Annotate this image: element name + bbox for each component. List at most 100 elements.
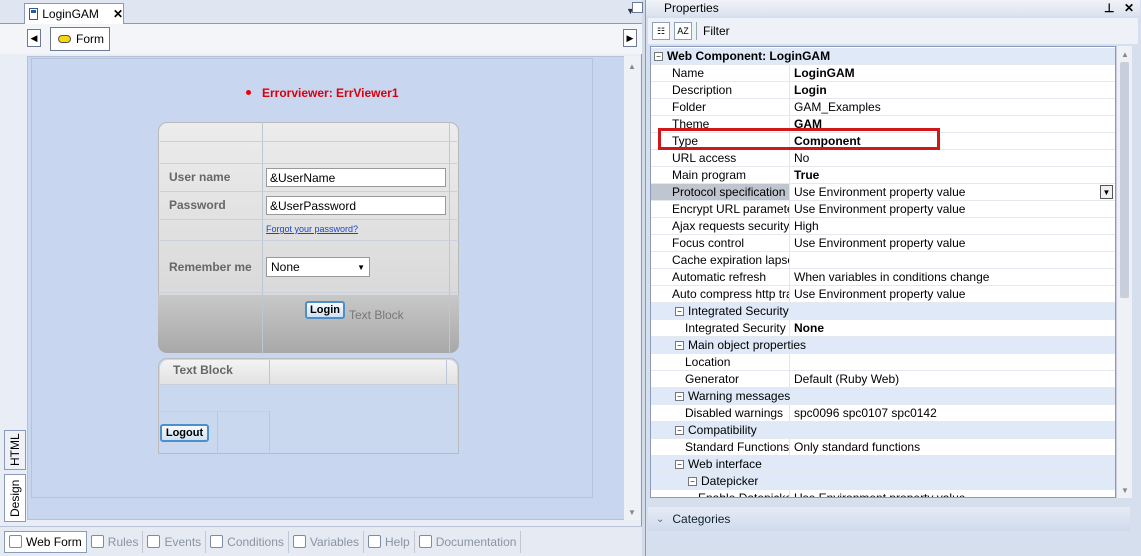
property-value[interactable]: When variables in conditions change (790, 269, 1115, 285)
errorviewer-label[interactable]: Errorviewer: ErrViewer1 (262, 86, 399, 100)
scroll-thumb[interactable] (1120, 62, 1129, 298)
tab-help[interactable]: Help (364, 530, 415, 553)
password-label[interactable]: Password (169, 198, 226, 212)
property-value[interactable]: None (790, 320, 1115, 336)
scroll-right-button[interactable]: ▶ (623, 29, 637, 47)
sort-alphabetical-icon[interactable]: AZ (674, 22, 692, 40)
property-row[interactable]: Enable Datepicker Use Environment propert… (651, 490, 1115, 497)
categorized-icon[interactable]: ☷ (652, 22, 670, 40)
property-row[interactable]: Standard Functions Only standard function… (651, 439, 1115, 456)
dropdown-arrow-icon[interactable]: ▼ (1100, 185, 1113, 199)
scroll-left-button[interactable]: ◀ (27, 29, 41, 47)
property-value[interactable]: Default (Ruby Web) (790, 371, 1115, 387)
tab-html[interactable]: HTML (4, 430, 26, 470)
property-row[interactable]: Encrypt URL parametersUse Environment pr… (651, 201, 1115, 218)
text-block-1[interactable]: Text Block (349, 308, 404, 322)
property-value[interactable]: High (790, 218, 1115, 234)
collapse-icon[interactable]: − (688, 477, 697, 487)
filter-button[interactable]: Filter (701, 24, 730, 38)
collapse-icon[interactable]: − (675, 392, 684, 402)
scroll-up-icon[interactable]: ▲ (1121, 50, 1129, 59)
tab-events[interactable]: Events (143, 530, 207, 553)
property-value[interactable]: spc0096 spc0107 spc0142 (790, 405, 1115, 421)
collapse-icon[interactable]: − (675, 307, 684, 317)
login-table[interactable] (158, 122, 459, 310)
property-value[interactable]: Use Environment property value (790, 286, 1115, 302)
property-category[interactable]: − Warning messages (651, 388, 1115, 405)
tab-label: Variables (309, 534, 360, 549)
property-name: Protocol specification (651, 184, 790, 200)
property-value[interactable]: Use Environment property value (790, 235, 1115, 251)
property-value[interactable]: Use Environment property value (790, 201, 1115, 217)
password-field[interactable]: &UserPassword (266, 196, 446, 215)
property-value[interactable]: Use Environment property value (790, 490, 1115, 497)
category-label: Main object properties (688, 338, 807, 352)
property-value[interactable]: No (790, 150, 1115, 166)
property-category[interactable]: − Integrated Security (651, 303, 1115, 320)
categories-section[interactable]: ⌄ Categories (648, 507, 1130, 531)
tab-conditions[interactable]: Conditions (206, 530, 289, 553)
username-field[interactable]: &UserName (266, 168, 446, 187)
collapse-icon[interactable]: − (675, 460, 684, 470)
collapse-icon[interactable]: − (654, 52, 663, 62)
property-row[interactable]: Integrated Security L None (651, 320, 1115, 337)
property-value[interactable] (790, 354, 1115, 370)
pin-icon[interactable]: ⊥ (1104, 1, 1114, 15)
property-value[interactable] (790, 252, 1115, 268)
tab-rules[interactable]: Rules (87, 530, 144, 553)
property-row[interactable]: Automatic refresh When variables in condi… (651, 269, 1115, 286)
property-category[interactable]: − Web interface (651, 456, 1115, 473)
tab-web-form[interactable]: Web Form (4, 530, 87, 553)
form-button-label: Form (76, 32, 104, 46)
scroll-down-icon[interactable]: ▼ (1121, 486, 1129, 495)
property-row[interactable]: Name LoginGAM (651, 65, 1115, 82)
document-tab[interactable]: LoginGAM ✕ (24, 3, 124, 24)
property-category[interactable]: − Compatibility (651, 422, 1115, 439)
scroll-down-icon[interactable]: ▼ (628, 508, 636, 517)
close-icon[interactable]: ✕ (113, 7, 123, 21)
property-category[interactable]: − Web Component: LoginGAM (651, 48, 1115, 65)
login-button[interactable]: Login (305, 301, 345, 319)
property-value[interactable]: Login (790, 82, 1115, 98)
property-row[interactable]: Protocol specification Use Environment pr… (651, 184, 1115, 201)
property-grid[interactable]: − Web Component: LoginGAM Name LoginGAM Desc… (650, 46, 1116, 498)
tab-variables[interactable]: Variables (289, 530, 365, 553)
property-row[interactable]: Auto compress http traf Use Environment p… (651, 286, 1115, 303)
collapse-icon[interactable]: − (675, 426, 684, 436)
property-name: − Main object properties (651, 337, 806, 353)
collapse-icon[interactable]: − (675, 341, 684, 351)
form-button[interactable]: Form (50, 27, 110, 51)
tab-documentation[interactable]: Documentation (415, 530, 522, 553)
property-value[interactable]: True (790, 167, 1115, 183)
property-value[interactable]: GAM_Examples (790, 99, 1115, 115)
property-value[interactable]: Only standard functions (790, 439, 1115, 455)
property-row[interactable]: Description Login (651, 82, 1115, 99)
property-value[interactable]: Use Environment property value (790, 184, 1115, 200)
property-category[interactable]: − Datepicker (651, 473, 1115, 490)
logout-button[interactable]: Logout (160, 424, 209, 442)
property-row[interactable]: Ajax requests security High (651, 218, 1115, 235)
property-row[interactable]: Location (651, 354, 1115, 371)
part-tabs: Web Form Rules Events Conditions Variabl… (0, 526, 642, 556)
property-row[interactable]: Folder GAM_Examples (651, 99, 1115, 116)
forgot-password-link[interactable]: Forgot your password? (266, 224, 358, 234)
property-category[interactable]: − Main object properties (651, 337, 1115, 354)
property-row[interactable]: Disabled warnings spc0096 spc0107 spc0142 (651, 405, 1115, 422)
vertical-scrollbar[interactable]: ▲ ▼ (624, 56, 640, 520)
property-row[interactable]: URL access No (651, 150, 1115, 167)
property-row[interactable]: Cache expiration lapse (651, 252, 1115, 269)
property-row[interactable]: Generator Default (Ruby Web) (651, 371, 1115, 388)
property-name: Enable Datepicker (651, 490, 790, 497)
text-block-2[interactable]: Text Block (173, 363, 233, 377)
property-row[interactable]: Main program True (651, 167, 1115, 184)
property-value[interactable]: LoginGAM (790, 65, 1115, 81)
events-icon (147, 535, 161, 548)
scroll-up-icon[interactable]: ▲ (628, 62, 636, 71)
property-row[interactable]: Focus control Use Environment property va… (651, 235, 1115, 252)
remember-me-select[interactable]: None ▼ (266, 257, 370, 277)
property-grid-scrollbar[interactable]: ▲ ▼ (1116, 46, 1132, 498)
remember-me-label[interactable]: Remember me (169, 260, 252, 274)
tab-design[interactable]: Design (4, 474, 26, 522)
close-icon[interactable]: ✕ (1124, 1, 1134, 15)
username-label[interactable]: User name (169, 170, 230, 184)
